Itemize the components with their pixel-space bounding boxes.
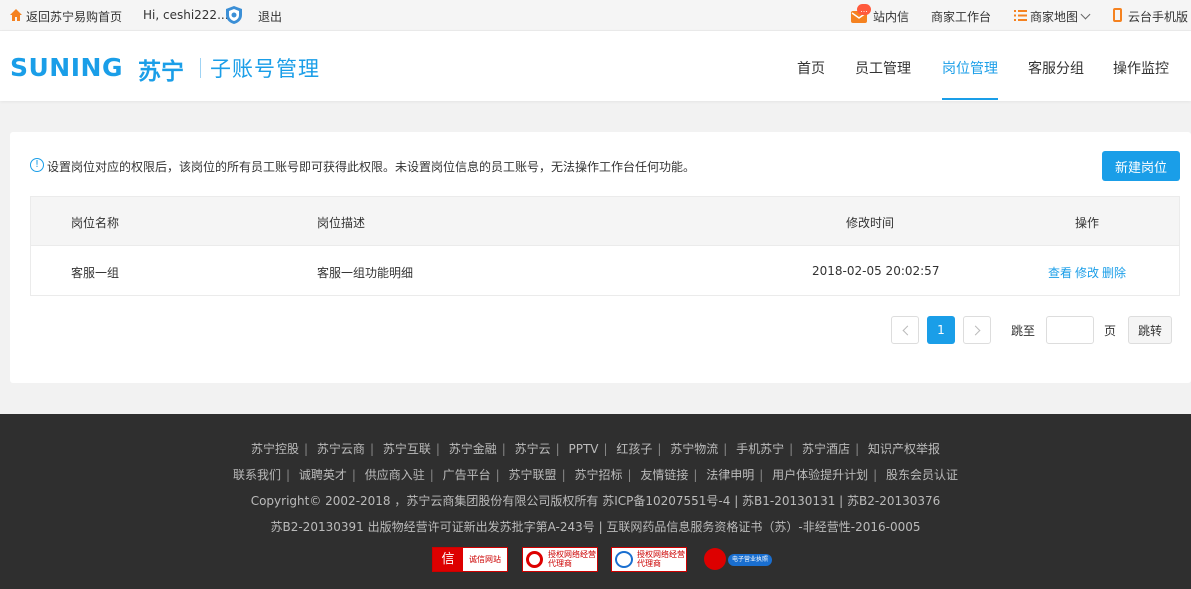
top-bar: 返回苏宁易购首页 Hi, ceshi222... 退出 ... 站内信 商家工作… (0, 0, 1191, 31)
sitemap-link[interactable]: 商家地图 (1030, 8, 1078, 25)
footer-license: 苏B2-20130391 出版物经营许可证新出发苏批字第A-243号 | 互联网… (270, 520, 921, 534)
footer-link[interactable]: 手机苏宁 (736, 442, 784, 456)
chevron-left-icon (902, 325, 913, 336)
logout-link[interactable]: 退出 (258, 8, 282, 25)
footer-link[interactable]: 苏宁联盟 (509, 468, 557, 482)
logo-divider (200, 58, 201, 78)
next-page-button[interactable] (963, 316, 991, 344)
footer-link[interactable]: 苏宁物流 (670, 442, 718, 456)
footer-link[interactable]: 广告平台 (443, 468, 491, 482)
trust-badge-unicom[interactable]: 授权网络经营代理商 (522, 547, 598, 572)
chevron-down-icon[interactable] (1080, 9, 1091, 20)
header: SUNING 苏宁 子账号管理 首页 员工管理 岗位管理 客服分组 操作监控 (0, 31, 1191, 101)
menu-list-icon (1014, 10, 1027, 21)
nav-home[interactable]: 首页 (797, 58, 825, 78)
phone-icon (1113, 8, 1122, 22)
new-position-button[interactable]: 新建岗位 (1102, 151, 1180, 181)
delete-link[interactable]: 删除 (1102, 264, 1126, 281)
trust-badge-telecom[interactable]: 授权网络经营代理商 (611, 547, 687, 572)
logo-suning[interactable]: SUNING (10, 53, 123, 82)
trust-badge-icon: 信 (433, 548, 463, 571)
footer-link[interactable]: 股东会员认证 (886, 468, 958, 482)
cell-modified-time: 2018-02-05 20:02:57 (812, 264, 940, 278)
edit-link[interactable]: 修改 (1075, 264, 1099, 281)
footer-link[interactable]: 苏宁控股 (251, 442, 299, 456)
footer-link[interactable]: 苏宁互联 (383, 442, 431, 456)
nav-employee-management[interactable]: 员工管理 (855, 58, 911, 78)
footer-link[interactable]: 苏宁金融 (449, 442, 497, 456)
prev-page-button[interactable] (891, 316, 919, 344)
page-number-current[interactable]: 1 (927, 316, 955, 344)
business-license-badge[interactable]: 电子营业执照 (728, 554, 772, 566)
cell-position-description: 客服一组功能明细 (317, 266, 414, 280)
footer-links-row-1: 苏宁控股 | 苏宁云商 | 苏宁互联 | 苏宁金融 | 苏宁云 | PPTV | 红孩子 | … (251, 442, 940, 456)
footer-link[interactable]: 联系我们 (233, 468, 281, 482)
home-icon (10, 9, 22, 21)
emblem-icon (704, 548, 726, 570)
unicom-logo-icon (526, 551, 543, 568)
column-header-name: 岗位名称 (71, 216, 120, 230)
footer-link[interactable]: 苏宁酒店 (802, 442, 850, 456)
nav-operation-monitor[interactable]: 操作监控 (1113, 58, 1169, 78)
footer-link[interactable]: PPTV (568, 442, 598, 456)
nav-position-management[interactable]: 岗位管理 (942, 58, 998, 78)
table-header: 岗位名称 岗位描述 修改时间 操作 (31, 197, 1179, 246)
inbox-badge: ... (857, 4, 871, 15)
trust-badge-integrity[interactable]: 信 诚信网站 (432, 547, 508, 572)
footer-link[interactable]: 友情链接 (640, 468, 688, 482)
footer-link[interactable]: 红孩子 (616, 442, 652, 456)
notice-text: 设置岗位对应的权限后，该岗位的所有员工账号即可获得此权限。未设置岗位信息的员工账… (47, 160, 696, 174)
jump-to-label: 跳至 (1011, 324, 1036, 338)
mobile-version-link[interactable]: 云台手机版 (1128, 8, 1188, 25)
column-header-actions: 操作 (1075, 216, 1100, 230)
view-link[interactable]: 查看 (1048, 264, 1072, 281)
jump-button[interactable]: 跳转 (1128, 316, 1172, 344)
footer-link[interactable]: 诚聘英才 (299, 468, 347, 482)
logo-chinese[interactable]: 苏宁 (138, 52, 184, 86)
footer-link[interactable]: 用户体验提升计划 (772, 468, 868, 482)
footer-link[interactable]: 供应商入驻 (365, 468, 425, 482)
page-unit-label: 页 (1104, 324, 1117, 338)
workbench-link[interactable]: 商家工作台 (931, 8, 991, 25)
footer-link[interactable]: 苏宁云 (515, 442, 551, 456)
nav-service-groups[interactable]: 客服分组 (1028, 58, 1084, 78)
shield-icon (226, 6, 242, 24)
footer-link[interactable]: 知识产权举报 (868, 442, 940, 456)
info-icon: ! (30, 158, 44, 172)
footer-link[interactable]: 苏宁招标 (574, 468, 622, 482)
chevron-right-icon (970, 325, 981, 336)
footer-link[interactable]: 苏宁云商 (317, 442, 365, 456)
footer-copyright: Copyright© 2002-2018 ，苏宁云商集团股份有限公司版权所有 苏… (250, 494, 941, 508)
telecom-logo-icon (615, 551, 633, 568)
column-header-modified: 修改时间 (846, 216, 895, 230)
column-header-description: 岗位描述 (317, 216, 366, 230)
user-greeting[interactable]: Hi, ceshi222... (143, 8, 229, 22)
page-title: 子账号管理 (210, 57, 320, 81)
cell-position-name: 客服一组 (71, 266, 120, 280)
active-nav-indicator (942, 98, 998, 100)
position-table: 岗位名称 岗位描述 修改时间 操作 客服一组 客服一组功能明细 2018-02-… (30, 196, 1180, 296)
inbox-link[interactable]: 站内信 (873, 8, 909, 25)
footer-links-row-2: 联系我们 | 诚聘英才 | 供应商入驻 | 广告平台 | 苏宁联盟 | 苏宁招标 | 友情链… (232, 468, 959, 482)
footer-link[interactable]: 法律申明 (706, 468, 754, 482)
jump-page-input[interactable] (1046, 316, 1094, 344)
back-home-link[interactable]: 返回苏宁易购首页 (26, 8, 122, 25)
